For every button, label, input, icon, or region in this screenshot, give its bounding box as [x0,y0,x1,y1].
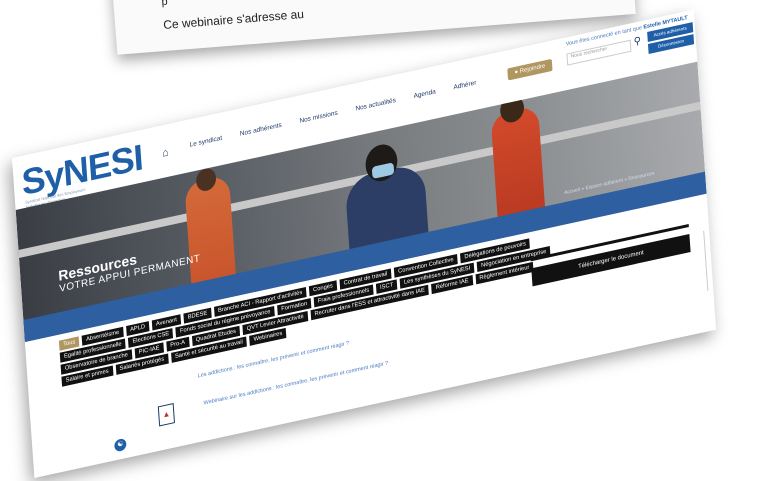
nav-item-adherer[interactable]: Adhérer [453,79,476,91]
hero-worker-right [490,104,546,225]
nav-item-syndicat[interactable]: Le syndicat [189,135,222,149]
accessibility-icon[interactable]: ☯ [114,437,127,453]
join-button[interactable]: ● Rejoindre [507,58,553,81]
background-text-1: p [160,0,169,9]
nav-item-actualites[interactable]: Nos actualités [355,97,396,113]
nav-item-agenda[interactable]: Agenda [413,88,436,100]
nav-item-missions[interactable]: Nos missions [299,110,338,125]
nav-item-adherents[interactable]: Nos adhérents [240,122,282,138]
join-label: Rejoindre [519,63,546,75]
search-icon[interactable]: ⚲ [633,35,641,48]
vertical-divider [703,230,709,291]
home-icon[interactable]: ⌂ [162,146,169,159]
page: SyNESI Syndicat National des Employeurs … [12,9,717,479]
pdf-icon: ▲ [157,403,175,427]
background-text-2: Ce webinaire s'adresse au [162,6,305,32]
